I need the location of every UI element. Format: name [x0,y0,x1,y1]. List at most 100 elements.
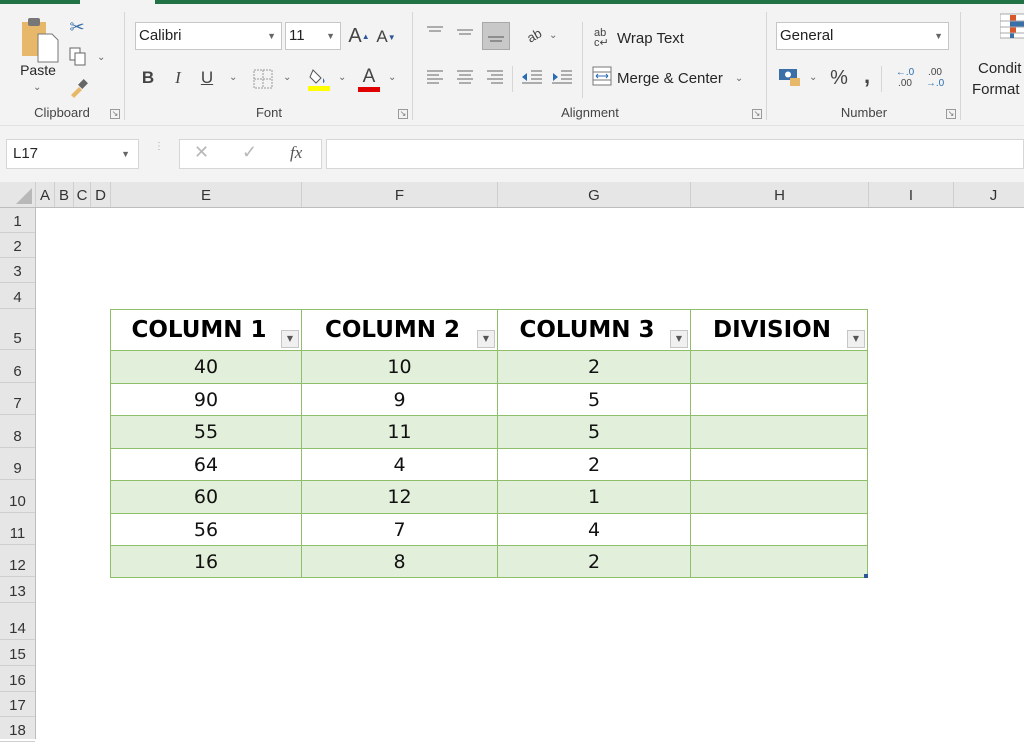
column-header-g[interactable]: G [498,182,691,207]
filter-dropdown-icon[interactable]: ▼ [847,330,865,348]
table-cell[interactable]: 8 [301,545,498,578]
align-right-icon[interactable] [484,66,506,88]
fill-color-icon[interactable] [307,66,331,92]
row-header[interactable]: 14 [0,603,35,640]
table-cell[interactable]: 64 [110,448,302,481]
row-header[interactable]: 11 [0,513,35,545]
paste-icon[interactable] [14,14,60,64]
table-resize-handle[interactable] [864,574,868,578]
column-header-e[interactable]: E [111,182,302,207]
table-cell[interactable]: 2 [497,448,691,481]
row-header[interactable]: 2 [0,233,35,258]
filter-dropdown-icon[interactable]: ▼ [281,330,299,348]
table-cell[interactable]: 40 [110,350,302,384]
table-cell[interactable] [690,350,868,384]
column-header-a[interactable]: A [36,182,55,207]
align-center-icon[interactable] [454,66,476,88]
table-cell[interactable]: 56 [110,513,302,546]
table-cell[interactable]: 10 [301,350,498,384]
name-box[interactable]: L17 ▼ [6,139,139,169]
row-header[interactable]: 12 [0,545,35,577]
grow-font-button[interactable]: A ▲ [348,24,370,48]
row-header[interactable]: 9 [0,448,35,480]
cut-icon[interactable]: ✂ [66,16,88,38]
orientation-dropdown-icon[interactable]: ⌄ [549,30,557,41]
table-cell[interactable] [690,448,868,481]
row-header[interactable]: 7 [0,383,35,415]
fill-color-dropdown-icon[interactable]: ⌄ [338,72,346,83]
row-header[interactable]: 6 [0,350,35,383]
filter-dropdown-icon[interactable]: ▼ [670,330,688,348]
row-header[interactable]: 8 [0,415,35,448]
header-cell-column-2[interactable]: COLUMN 2 ▼ [301,309,498,351]
table-cell[interactable]: 4 [301,448,498,481]
row-header[interactable]: 1 [0,208,35,233]
decrease-decimal-button[interactable]: .00 →.0 [922,64,948,92]
percent-button[interactable]: % [828,66,850,90]
merge-center-button[interactable]: Merge & Center ⌄ [592,66,743,90]
table-cell[interactable]: 5 [497,383,691,416]
table-cell[interactable]: 60 [110,480,302,514]
table-cell[interactable]: 16 [110,545,302,578]
borders-icon[interactable] [252,68,274,90]
name-box-dropdown-icon[interactable]: ▼ [121,140,130,168]
row-header[interactable]: 10 [0,480,35,513]
cancel-icon[interactable]: ✕ [194,142,209,163]
row-header[interactable]: 3 [0,258,35,283]
table-cell[interactable]: 2 [497,545,691,578]
column-header-f[interactable]: F [302,182,498,207]
comma-style-button[interactable]: , [860,63,874,88]
paste-dropdown-icon[interactable]: ⌄ [33,82,41,93]
wrap-text-button[interactable]: ab c↵ Wrap Text [594,26,684,50]
increase-indent-icon[interactable] [550,66,574,88]
row-header[interactable]: 13 [0,577,35,603]
column-header-b[interactable]: B [55,182,74,207]
font-size-select[interactable]: 11 ▼ [285,22,341,50]
alignment-launcher-icon[interactable]: ↘ [752,109,762,119]
table-cell[interactable]: 2 [497,350,691,384]
formula-bar-grip-icon[interactable]: ⋮ [154,142,164,164]
row-header[interactable]: 17 [0,692,35,717]
filter-dropdown-icon[interactable]: ▼ [477,330,495,348]
table-cell[interactable]: 5 [497,415,691,449]
table-cell[interactable] [690,480,868,514]
conditional-formatting-button[interactable]: Condit Format [972,12,1024,100]
clipboard-launcher-icon[interactable]: ↘ [110,109,120,119]
table-cell[interactable]: 4 [497,513,691,546]
increase-decimal-button[interactable]: ←.0.00 [892,64,918,92]
row-header[interactable]: 15 [0,640,35,666]
shrink-font-button[interactable]: A ▼ [376,26,396,48]
currency-dropdown-icon[interactable]: ⌄ [809,72,817,83]
currency-icon[interactable] [778,66,802,88]
row-header[interactable]: 5 [0,309,35,350]
font-launcher-icon[interactable]: ↘ [398,109,408,119]
formula-input[interactable] [326,139,1024,169]
bottom-align-icon[interactable] [482,22,510,50]
column-header-i[interactable]: I [869,182,954,207]
table-cell[interactable] [690,415,868,449]
merge-dropdown-icon[interactable]: ⌄ [735,73,743,84]
number-format-select[interactable]: General ▼ [776,22,949,50]
paste-button[interactable]: Paste [10,62,66,78]
underline-dropdown-icon[interactable]: ⌄ [229,72,237,83]
underline-button[interactable]: U [197,66,217,90]
table-cell[interactable]: 7 [301,513,498,546]
column-header-j[interactable]: J [954,182,1024,207]
table-cell[interactable] [690,383,868,416]
table-cell[interactable]: 12 [301,480,498,514]
row-header[interactable]: 16 [0,666,35,692]
table-cell[interactable]: 1 [497,480,691,514]
font-color-icon[interactable]: A [357,66,381,92]
insert-function-icon[interactable]: fx [290,143,302,163]
table-cell[interactable]: 11 [301,415,498,449]
table-cell[interactable]: 9 [301,383,498,416]
table-cell[interactable] [690,513,868,546]
table-cell[interactable]: 55 [110,415,302,449]
header-cell-column-3[interactable]: COLUMN 3 ▼ [497,309,691,351]
decrease-indent-icon[interactable] [520,66,544,88]
borders-dropdown-icon[interactable]: ⌄ [283,72,291,83]
align-left-icon[interactable] [424,66,446,88]
row-header[interactable]: 18 [0,717,35,742]
table-cell[interactable]: 90 [110,383,302,416]
number-launcher-icon[interactable]: ↘ [946,109,956,119]
